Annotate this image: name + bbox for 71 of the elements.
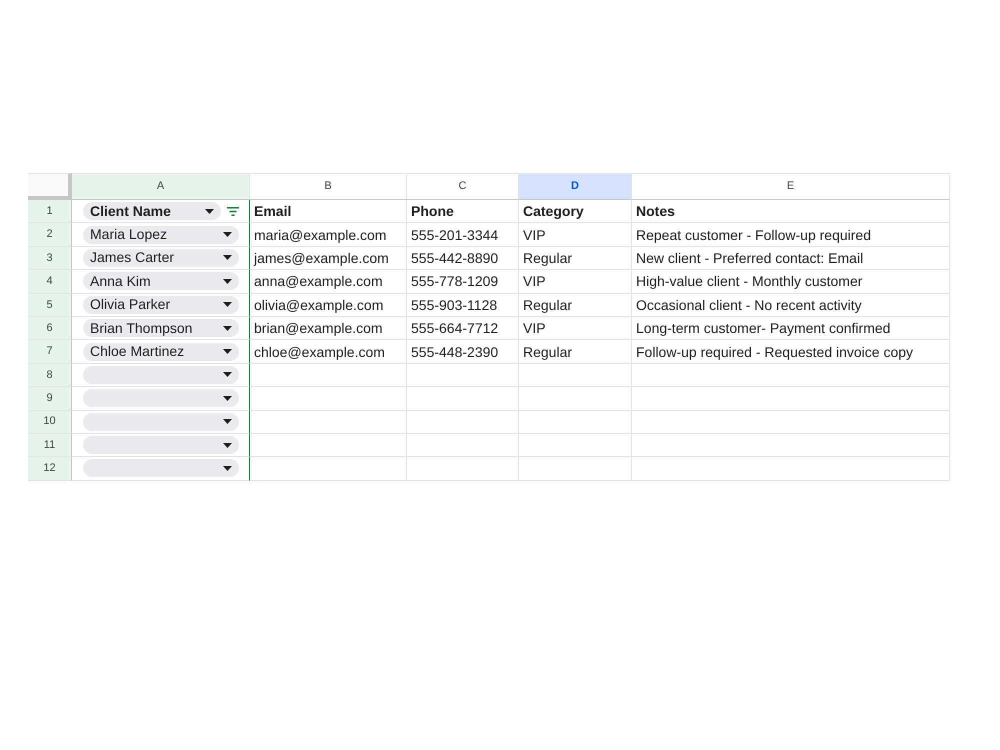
- table-cell: VIP: [519, 270, 632, 294]
- caret-icon: [223, 396, 232, 401]
- table-cell: 555-903-1128: [407, 294, 519, 317]
- caret-icon: [223, 442, 232, 448]
- table-cell: 555-664-7712: [407, 316, 519, 340]
- table-cell: brian@example.com: [250, 316, 407, 340]
- dropdown-chip[interactable]: Maria Lopez: [83, 226, 239, 244]
- table-cell: Long-term customer- Payment confirmed: [632, 316, 950, 340]
- dropdown-chip[interactable]: Olivia Parker: [83, 296, 239, 314]
- table-cell: Occasional client - No recent activity: [632, 294, 950, 317]
- row-header[interactable]: 12: [28, 457, 72, 481]
- caret-icon: [223, 255, 232, 260]
- dropdown-chip[interactable]: [83, 436, 239, 454]
- caret-icon: [223, 372, 232, 378]
- dropdown-chip[interactable]: James Carter: [83, 248, 239, 267]
- table-cell: maria@example.com: [250, 223, 407, 247]
- table-cell: olivia@example.com: [250, 294, 407, 317]
- column-header[interactable]: C: [407, 173, 519, 200]
- dropdown-chip[interactable]: [83, 412, 239, 431]
- header-cell: Notes: [632, 200, 950, 224]
- column-header[interactable]: B: [250, 173, 407, 200]
- caret-icon: [223, 349, 232, 354]
- caret-icon: [223, 278, 232, 284]
- row-header[interactable]: 4: [28, 270, 72, 294]
- table-cell: New client - Preferred contact: Email: [632, 246, 950, 270]
- table-cell: Follow-up required - Requested invoice copy: [632, 340, 950, 364]
- dropdown-chip[interactable]: [83, 389, 239, 408]
- header-cell: Category: [519, 200, 632, 224]
- caret-icon: [223, 419, 232, 424]
- table-cell: Regular: [519, 340, 632, 364]
- row-header[interactable]: 2: [28, 223, 72, 247]
- header-cell: Email: [250, 200, 407, 224]
- row-header[interactable]: 7: [28, 340, 72, 364]
- table-cell: High-value client - Monthly customer: [632, 270, 950, 294]
- row-header[interactable]: 1: [28, 200, 72, 224]
- filter-icon[interactable]: [227, 206, 239, 216]
- table-cell: chloe@example.com: [250, 340, 407, 364]
- dropdown-chip[interactable]: [83, 459, 239, 478]
- table-cell: Regular: [519, 294, 632, 317]
- table-cell: Regular: [519, 246, 632, 270]
- table-cell: Repeat customer - Follow-up required: [632, 223, 950, 247]
- table-cell: VIP: [519, 223, 632, 247]
- column-header[interactable]: D: [519, 173, 632, 200]
- caret-icon: [205, 208, 214, 214]
- row-header[interactable]: 6: [28, 316, 72, 340]
- row-header[interactable]: 5: [28, 294, 72, 317]
- dropdown-chip[interactable]: Brian Thompson: [83, 319, 239, 338]
- dropdown-chip[interactable]: Chloe Martinez: [83, 342, 239, 361]
- table-cell: 555-442-8890: [407, 246, 519, 270]
- dropdown-chip[interactable]: [83, 366, 239, 384]
- table-cell: 555-448-2390: [407, 340, 519, 364]
- row-header[interactable]: 9: [28, 387, 72, 411]
- dropdown-chip[interactable]: Anna Kim: [83, 272, 239, 290]
- table-cell: anna@example.com: [250, 270, 407, 294]
- table-cell: VIP: [519, 316, 632, 340]
- dropdown-chip[interactable]: Client Name: [83, 202, 221, 220]
- table-cell: 555-778-1209: [407, 270, 519, 294]
- column-header[interactable]: E: [632, 173, 950, 200]
- row-header[interactable]: 3: [28, 246, 72, 270]
- header-cell: Phone: [407, 200, 519, 224]
- caret-icon: [223, 466, 232, 471]
- table-cell: 555-201-3344: [407, 223, 519, 247]
- caret-icon: [223, 302, 232, 308]
- select-all-corner[interactable]: [28, 173, 72, 200]
- row-header[interactable]: 11: [28, 434, 72, 458]
- table-cell: james@example.com: [250, 246, 407, 270]
- column-header[interactable]: A: [72, 173, 250, 200]
- row-header[interactable]: 8: [28, 364, 72, 388]
- caret-icon: [223, 232, 232, 238]
- caret-icon: [223, 326, 232, 331]
- row-header[interactable]: 10: [28, 410, 72, 434]
